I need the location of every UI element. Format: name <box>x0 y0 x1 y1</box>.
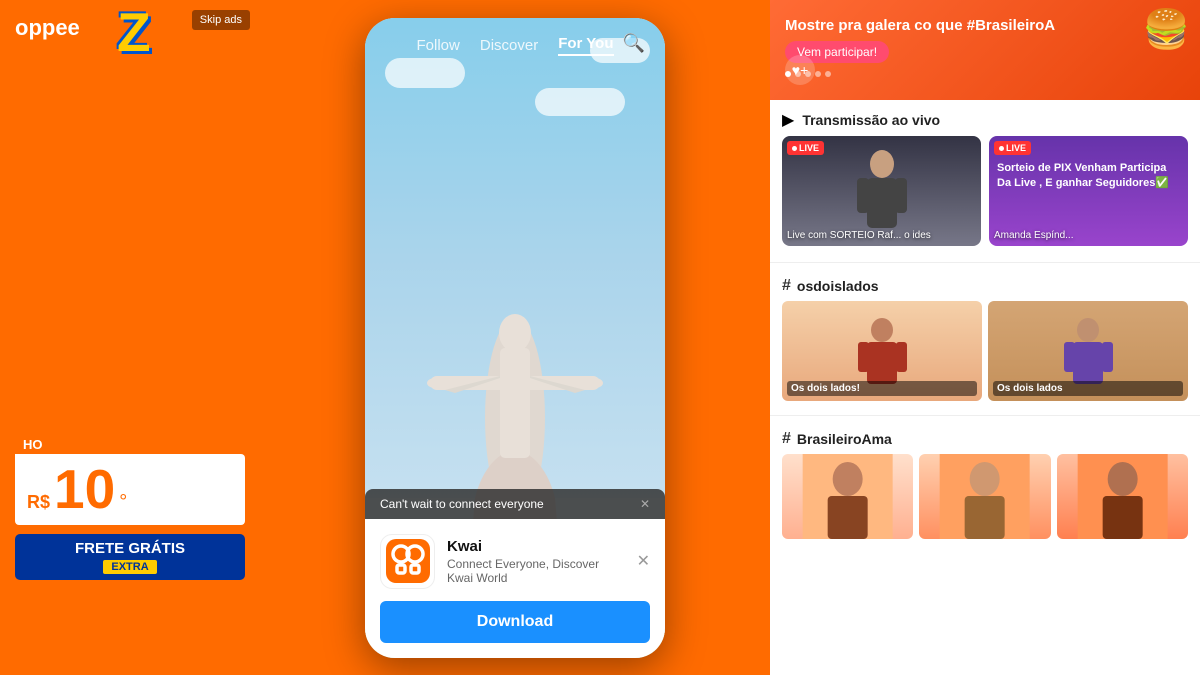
channel-logo: Z <box>117 5 151 60</box>
mid-left-strip <box>260 0 325 675</box>
popup-close-button[interactable]: ✕ <box>637 551 650 571</box>
bra-person-1 <box>782 454 913 539</box>
phone-nav-for-you[interactable]: For You <box>558 35 613 56</box>
phone-nav-discover[interactable]: Discover <box>480 37 538 54</box>
live-badge-dot-2 <box>999 146 1004 151</box>
popup-app-info: Kwai Connect Everyone, Discover Kwai Wor… <box>447 538 625 585</box>
phone-screen: Follow Discover For You 🔍 Can't wait to … <box>365 18 665 658</box>
bra-person-3 <box>1057 454 1188 539</box>
hashtag2-thumbnails <box>770 454 1200 539</box>
live-badge-2: LIVE <box>994 141 1031 155</box>
thumb2-label: Os dois lados <box>993 381 1183 396</box>
hashtag2-symbol: # <box>782 430 791 448</box>
live-grid: LIVE Live com SORTEIO Raf... o ides LIVE… <box>770 136 1200 258</box>
center-phone-panel: Follow Discover For You 🔍 Can't wait to … <box>325 0 705 675</box>
hashtag1-name: osdoislados <box>797 278 879 294</box>
person-silhouette-3 <box>1061 314 1116 389</box>
hashtag1-header: # osdoislados <box>770 267 1200 301</box>
person-silhouette-1 <box>852 146 912 236</box>
hashtag1-symbol: # <box>782 277 791 295</box>
live-section-header: ▶ Transmissão ao vivo <box>770 100 1200 136</box>
banner-section: 🍔 Mostre pra galera co que #BrasileiroA … <box>770 0 1200 100</box>
banner-text: Mostre pra galera co que #BrasileiroA <box>785 15 1185 36</box>
live-card-2-text: Sorteio de PIX Venham Participa Da Live … <box>997 161 1180 192</box>
kwai-logo-svg <box>386 539 430 583</box>
price-decimal: ° <box>119 491 127 514</box>
popup-app-row: Kwai Connect Everyone, Discover Kwai Wor… <box>380 534 650 589</box>
popup-app-desc: Connect Everyone, Discover Kwai World <box>447 557 625 585</box>
phone-mockup: Follow Discover For You 🔍 Can't wait to … <box>365 18 665 658</box>
hashtag2-thumb-3[interactable] <box>1057 454 1188 539</box>
live-card-2-label: Amanda Espínd... <box>994 230 1183 241</box>
banner-heart-icon: ♥+ <box>785 55 815 85</box>
live-section-title: Transmissão ao vivo <box>802 112 940 128</box>
price-currency: R$ <box>27 492 50 513</box>
hashtag2-header: # BrasileiroAma <box>770 420 1200 454</box>
popup-header-text: Can't wait to connect everyone <box>380 497 544 511</box>
hashtag1-thumb-2[interactable]: Os dois lados <box>988 301 1188 401</box>
phone-nav-follow[interactable]: Follow <box>417 37 460 54</box>
popup-body: Kwai Connect Everyone, Discover Kwai Wor… <box>365 519 665 658</box>
left-ad-panel: oppee Skip ads Z HO R$ 10 ° FRETE GRÁTIS… <box>0 0 260 675</box>
live-card-1-label: Live com SORTEIO Raf... o ides <box>787 230 976 241</box>
banner-dot-5 <box>825 71 831 77</box>
price-amount: 10 <box>54 462 115 517</box>
kwai-app-icon <box>380 534 435 589</box>
live-card-2[interactable]: LIVE Sorteio de PIX Venham Participa Da … <box>989 136 1188 246</box>
price-label: HO <box>15 435 51 454</box>
bra-person-2 <box>919 454 1050 539</box>
divider-2 <box>770 415 1200 416</box>
banner-dots <box>785 71 1185 77</box>
free-shipping-label: FRETE GRÁTIS EXTRA <box>15 534 245 580</box>
popup-close-header[interactable]: ✕ <box>640 497 650 511</box>
hashtag2-name: BrasileiroAma <box>797 431 892 447</box>
live-card-1[interactable]: LIVE Live com SORTEIO Raf... o ides <box>782 136 981 246</box>
banner-dot-4 <box>815 71 821 77</box>
person-silhouette-2 <box>855 314 910 389</box>
skip-ads-button[interactable]: Skip ads <box>192 10 250 30</box>
hashtag2-thumb-1[interactable] <box>782 454 913 539</box>
cloud-3 <box>535 88 625 116</box>
live-section-icon: ▶ <box>782 110 794 130</box>
mid-right-strip <box>705 0 770 675</box>
download-button[interactable]: Download <box>380 601 650 643</box>
phone-nav-bar: Follow Discover For You 🔍 <box>365 18 665 73</box>
extra-badge: EXTRA <box>103 560 156 574</box>
right-panel: 🍔 Mostre pra galera co que #BrasileiroA … <box>770 0 1200 675</box>
hashtag1-thumbnails: Os dois lados! Os dois lados <box>770 301 1200 411</box>
phone-search-icon[interactable]: 🔍 <box>623 33 645 54</box>
thumb1-label: Os dois lados! <box>787 381 977 396</box>
popup-header: Can't wait to connect everyone ✕ <box>365 489 665 519</box>
hashtag1-thumb-1[interactable]: Os dois lados! <box>782 301 982 401</box>
popup-app-name: Kwai <box>447 538 625 555</box>
burger-emoji: 🍔 <box>1143 8 1190 52</box>
divider-1 <box>770 262 1200 263</box>
hashtag2-thumb-2[interactable] <box>919 454 1050 539</box>
phone-popup: Can't wait to connect everyone ✕ <box>365 489 665 658</box>
